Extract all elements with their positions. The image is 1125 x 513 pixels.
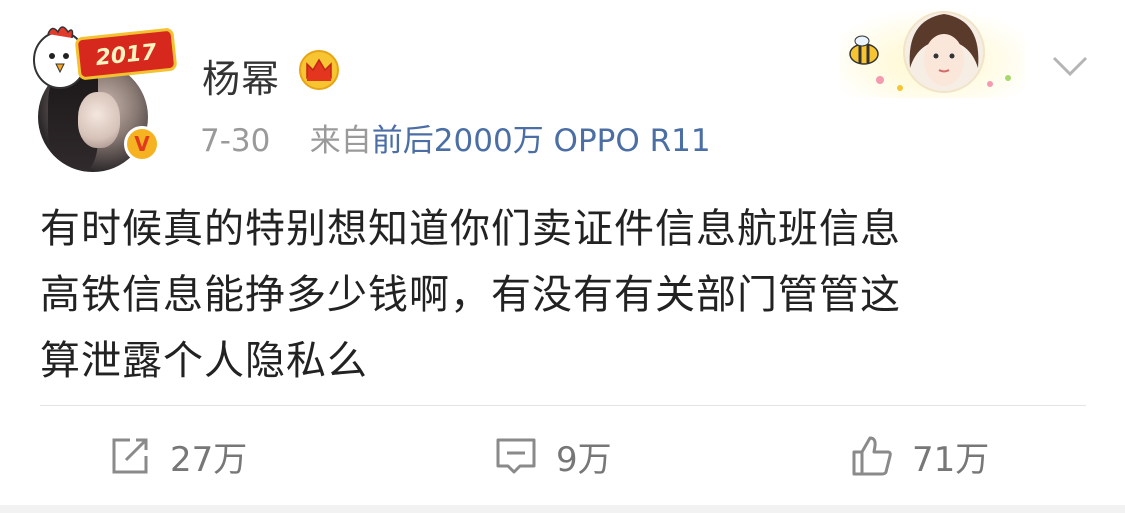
chevron-down-icon[interactable] [1050,52,1090,80]
post-content-line: 有时候真的特别想知道你们卖证件信息航班信息 [40,206,901,252]
action-bar: 27万 9万 71万 [0,406,1125,506]
repost-button[interactable]: 27万 [108,428,247,484]
card-decoration-banner [840,8,1025,98]
post-timestamp: 7-30 [200,123,271,159]
card-separator [0,505,1125,513]
comment-count: 9万 [556,439,612,480]
source-prefix: 来自 [309,123,372,159]
repost-icon [112,438,148,474]
repost-count: 27万 [170,439,248,480]
like-count: 71万 [912,439,990,480]
author-name[interactable]: 杨幂 [202,48,280,103]
crown-icon[interactable] [298,50,340,90]
comment-icon [496,438,536,474]
thumbs-up-icon [852,436,892,476]
like-button[interactable]: 71万 [850,428,989,484]
comment-button[interactable]: 9万 [494,428,612,484]
post-source-link[interactable]: 前后2000万 OPPO R11 [372,123,711,159]
avatar-group[interactable]: 2017 V [30,22,180,172]
post-content-line: 算泄露个人隐私么 [40,338,368,384]
verified-badge-icon: V [124,126,160,162]
post-content-line: 高铁信息能挣多少钱啊，有没有有关部门管管这 [40,272,901,318]
chicken-2017-badge-icon: 2017 [33,26,177,89]
post-meta: 7-30 来自前后2000万 OPPO R11 [200,115,711,160]
weibo-post: 2017 V 杨幂 7-30 来自前后2000万 OPPO R11 有时候真的特… [0,0,1125,513]
avatar-face [78,92,120,148]
post-content: 有时候真的特别想知道你们卖证件信息航班信息 高铁信息能挣多少钱啊，有没有有关部门… [40,196,1100,394]
